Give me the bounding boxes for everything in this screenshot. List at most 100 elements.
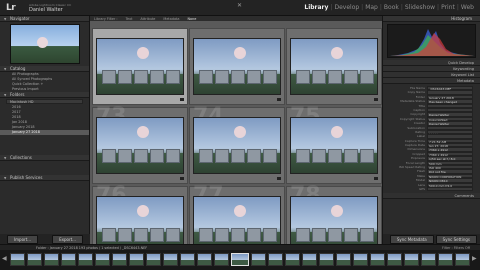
grid-cell[interactable]: 75	[286, 104, 382, 184]
filmstrip-thumb[interactable]	[455, 253, 470, 266]
filmstrip-thumb[interactable]	[112, 253, 127, 266]
export-button[interactable]: Export...	[52, 234, 83, 244]
folders-title: Folders	[10, 92, 25, 97]
badge-icon	[180, 98, 184, 101]
histogram-title: Histogram	[451, 16, 472, 21]
filmstrip-thumb[interactable]	[404, 253, 419, 266]
module-web[interactable]: Web	[459, 4, 476, 11]
filter-none[interactable]: None	[187, 17, 196, 21]
filmstrip-thumb-selected[interactable]	[231, 253, 249, 266]
module-develop[interactable]: Develop	[332, 4, 361, 11]
filmstrip-thumb[interactable]	[78, 253, 93, 266]
filmstrip-thumb[interactable]	[387, 253, 402, 266]
collections-header[interactable]: ▼ Collections	[0, 155, 89, 161]
catalog-header[interactable]: ▼ Catalog	[0, 66, 89, 72]
navigator-preview[interactable]	[10, 24, 80, 64]
filmstrip-thumb[interactable]	[319, 253, 334, 266]
photo-thumbnail[interactable]	[193, 117, 281, 174]
photo-thumbnail[interactable]	[290, 38, 378, 95]
module-library[interactable]: Library	[302, 4, 330, 11]
filter-label: Library Filter :	[94, 16, 118, 21]
filmstrip-thumb[interactable]	[353, 253, 368, 266]
filmstrip-thumb[interactable]	[27, 253, 42, 266]
grid-cell[interactable]	[286, 28, 382, 105]
filmstrip-thumb[interactable]	[285, 253, 300, 266]
photo-thumbnail[interactable]	[96, 38, 184, 95]
filter-metadata[interactable]: Metadata	[163, 17, 179, 21]
filmstrip-thumb[interactable]	[302, 253, 317, 266]
moon-image	[137, 205, 149, 217]
metadata-row: GPS	[383, 186, 480, 192]
left-panel: ▼ Navigator ▼ Catalog All Photographs Al…	[0, 16, 90, 244]
moon-image	[331, 126, 343, 138]
photo-thumbnail[interactable]	[290, 196, 378, 244]
grid-cell[interactable]: 78	[286, 183, 382, 244]
filmstrip-thumb[interactable]	[421, 253, 436, 266]
import-button[interactable]: Import...	[6, 234, 39, 244]
grid-cell[interactable]	[189, 28, 285, 105]
module-slideshow[interactable]: Slideshow	[403, 4, 437, 11]
filmstrip-thumb[interactable]	[95, 253, 110, 266]
folders-header[interactable]: ▼ Folders	[0, 92, 89, 98]
moon-image	[234, 205, 246, 217]
photo-thumbnail[interactable]	[193, 38, 281, 95]
grid-cell[interactable]: 73	[92, 104, 188, 184]
close-icon[interactable]: ✕	[237, 2, 242, 9]
filmstrip-thumb[interactable]	[10, 253, 25, 266]
filmstrip-thumb[interactable]	[129, 253, 144, 266]
sync-metadata-button[interactable]: Sync Metadata	[389, 234, 434, 244]
photo-thumbnail[interactable]	[96, 196, 184, 244]
filmstrip-thumb[interactable]	[438, 253, 453, 266]
folder-item-selected[interactable]: January 27 2018	[0, 130, 89, 135]
chevron-left-icon[interactable]: ◀	[2, 255, 7, 262]
stones-image	[102, 149, 180, 163]
grid-cell[interactable]	[92, 28, 188, 105]
collapse-triangle-icon: ▼	[4, 17, 7, 21]
moon-image	[331, 47, 343, 59]
filmstrip-thumb[interactable]	[336, 253, 351, 266]
filmstrip-thumb[interactable]	[61, 253, 76, 266]
filmstrip-thumb[interactable]	[214, 253, 229, 266]
filmstrip-thumb[interactable]	[146, 253, 161, 266]
top-bar: Lr Adobe Lightroom Classic CC Daniel Wal…	[0, 0, 480, 16]
comments-header[interactable]: Comments	[383, 193, 480, 200]
filmstrip-thumb[interactable]	[197, 253, 212, 266]
filmstrip-thumb[interactable]	[180, 253, 195, 266]
identity-plate: Adobe Lightroom Classic CC Daniel Walter	[29, 3, 71, 13]
right-buttons: Sync Metadata Sync Settings	[383, 234, 480, 244]
navigator-header[interactable]: ▼ Navigator	[0, 16, 89, 22]
collapse-triangle-icon: ▼	[4, 93, 7, 97]
volume-bar[interactable]: Macintosh HD	[6, 99, 83, 104]
publish-title: Publish Services	[10, 175, 43, 180]
chevron-right-icon[interactable]: ▶	[472, 255, 477, 262]
photo-thumbnail[interactable]	[193, 196, 281, 244]
right-panel: Histogram Quick Develop Keywording Keywo…	[382, 16, 480, 244]
filmstrip-thumb[interactable]	[44, 253, 59, 266]
histogram-header[interactable]: Histogram	[383, 16, 480, 22]
lightroom-logo: Lr	[6, 3, 16, 13]
sync-settings-button[interactable]: Sync Settings	[435, 234, 477, 244]
publish-header[interactable]: ▼ Publish Services	[0, 175, 89, 181]
metadata-list: File Name _DSC6443.NEF Copy Name Folder Ja…	[383, 84, 480, 192]
photo-thumbnail[interactable]	[290, 117, 378, 174]
filter-attribute[interactable]: Attribute	[140, 17, 155, 21]
moon-image	[234, 126, 246, 138]
filter-text[interactable]: Text	[126, 17, 133, 21]
stones-image	[199, 149, 277, 163]
grid-cell[interactable]: 77	[189, 183, 285, 244]
grid-cell[interactable]: 76	[92, 183, 188, 244]
metadata-value[interactable]	[427, 186, 473, 192]
filmstrip-thumb[interactable]	[251, 253, 266, 266]
filmstrip-thumb[interactable]	[268, 253, 283, 266]
filmstrip-thumb[interactable]	[163, 253, 178, 266]
module-map[interactable]: Map	[363, 4, 380, 11]
left-buttons: Import... Export...	[0, 234, 90, 244]
grid-cell[interactable]: 74	[189, 104, 285, 184]
photo-thumbnail[interactable]	[96, 117, 184, 174]
module-book[interactable]: Book	[382, 4, 401, 11]
stones-image	[199, 70, 277, 84]
badge-icon	[277, 98, 281, 101]
module-print[interactable]: Print	[439, 4, 457, 11]
filmstrip-thumb[interactable]	[370, 253, 385, 266]
badge-icon	[374, 177, 378, 180]
